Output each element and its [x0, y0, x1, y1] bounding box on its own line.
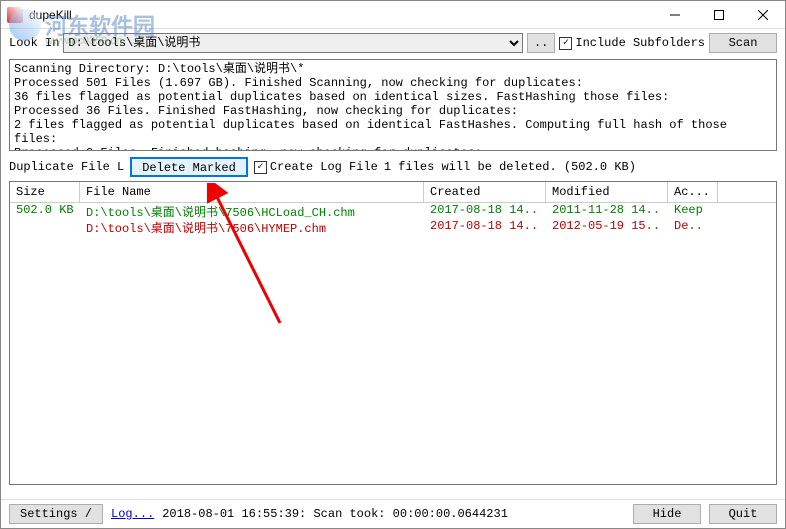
cell-created: 2017-08-18 14.. [424, 219, 546, 235]
table-row[interactable]: D:\tools\桌面\说明书\7506\HYMEP.chm 2017-08-1… [10, 219, 776, 235]
cell-size: 502.0 KB [10, 203, 80, 219]
delete-status-text: 1 files will be deleted. (502.0 KB) [384, 160, 636, 174]
cell-modified: 2012-05-19 15.. [546, 219, 668, 235]
checkbox-icon: ✓ [559, 37, 572, 50]
hide-button[interactable]: Hide [633, 504, 701, 524]
quit-button[interactable]: Quit [709, 504, 777, 524]
checkbox-icon: ✓ [254, 161, 267, 174]
scan-log: Scanning Directory: D:\tools\桌面\说明书\* Pr… [9, 59, 777, 151]
log-link[interactable]: Log... [111, 507, 154, 521]
path-combobox[interactable]: D:\tools\桌面\说明书 [63, 33, 523, 53]
delete-marked-button[interactable]: Delete Marked [130, 157, 248, 177]
header-created[interactable]: Created [424, 182, 546, 202]
window-title: dupeKill [29, 8, 653, 22]
cell-modified: 2011-11-28 14.. [546, 203, 668, 219]
status-bar: Settings / Log... 2018-08-01 16:55:39: S… [1, 499, 785, 528]
cell-action: Keep [668, 203, 718, 219]
minimize-button[interactable] [653, 1, 697, 29]
look-in-label: Look In [9, 36, 59, 50]
app-icon [7, 7, 23, 23]
close-button[interactable] [741, 1, 785, 29]
table-row[interactable]: 502.0 KB D:\tools\桌面\说明书\7506\HCLoad_CH.… [10, 203, 776, 219]
status-text: 2018-08-01 16:55:39: Scan took: 00:00:00… [162, 507, 508, 521]
settings-button[interactable]: Settings / [9, 504, 103, 524]
cell-created: 2017-08-18 14.. [424, 203, 546, 219]
maximize-button[interactable] [697, 1, 741, 29]
duplicates-table: Size File Name Created Modified Ac... 50… [9, 181, 777, 485]
browse-button[interactable]: .. [527, 33, 555, 53]
include-subfolders-label: Include Subfolders [575, 36, 705, 50]
create-log-file-checkbox[interactable]: ✓ Create Log File [254, 160, 378, 174]
duplicate-toolbar: Duplicate File L Delete Marked ✓ Create … [1, 153, 785, 181]
table-header: Size File Name Created Modified Ac... [10, 182, 776, 203]
cell-filename: D:\tools\桌面\说明书\7506\HYMEP.chm [80, 219, 424, 235]
header-filename[interactable]: File Name [80, 182, 424, 202]
cell-filename: D:\tools\桌面\说明书\7506\HCLoad_CH.chm [80, 203, 424, 219]
close-icon [758, 10, 768, 20]
create-log-file-label: Create Log File [270, 160, 378, 174]
scan-button[interactable]: Scan [709, 33, 777, 53]
path-toolbar: Look In D:\tools\桌面\说明书 .. ✓ Include Sub… [1, 29, 785, 57]
titlebar: dupeKill [1, 1, 785, 29]
cell-action: De.. [668, 219, 718, 235]
header-action[interactable]: Ac... [668, 182, 718, 202]
window-controls [653, 1, 785, 29]
header-modified[interactable]: Modified [546, 182, 668, 202]
include-subfolders-checkbox[interactable]: ✓ Include Subfolders [559, 36, 705, 50]
header-size[interactable]: Size [10, 182, 80, 202]
cell-size [10, 219, 80, 235]
table-body[interactable]: 502.0 KB D:\tools\桌面\说明书\7506\HCLoad_CH.… [10, 203, 776, 484]
minimize-icon [670, 10, 680, 20]
duplicate-file-label: Duplicate File L [9, 160, 124, 174]
maximize-icon [714, 10, 724, 20]
